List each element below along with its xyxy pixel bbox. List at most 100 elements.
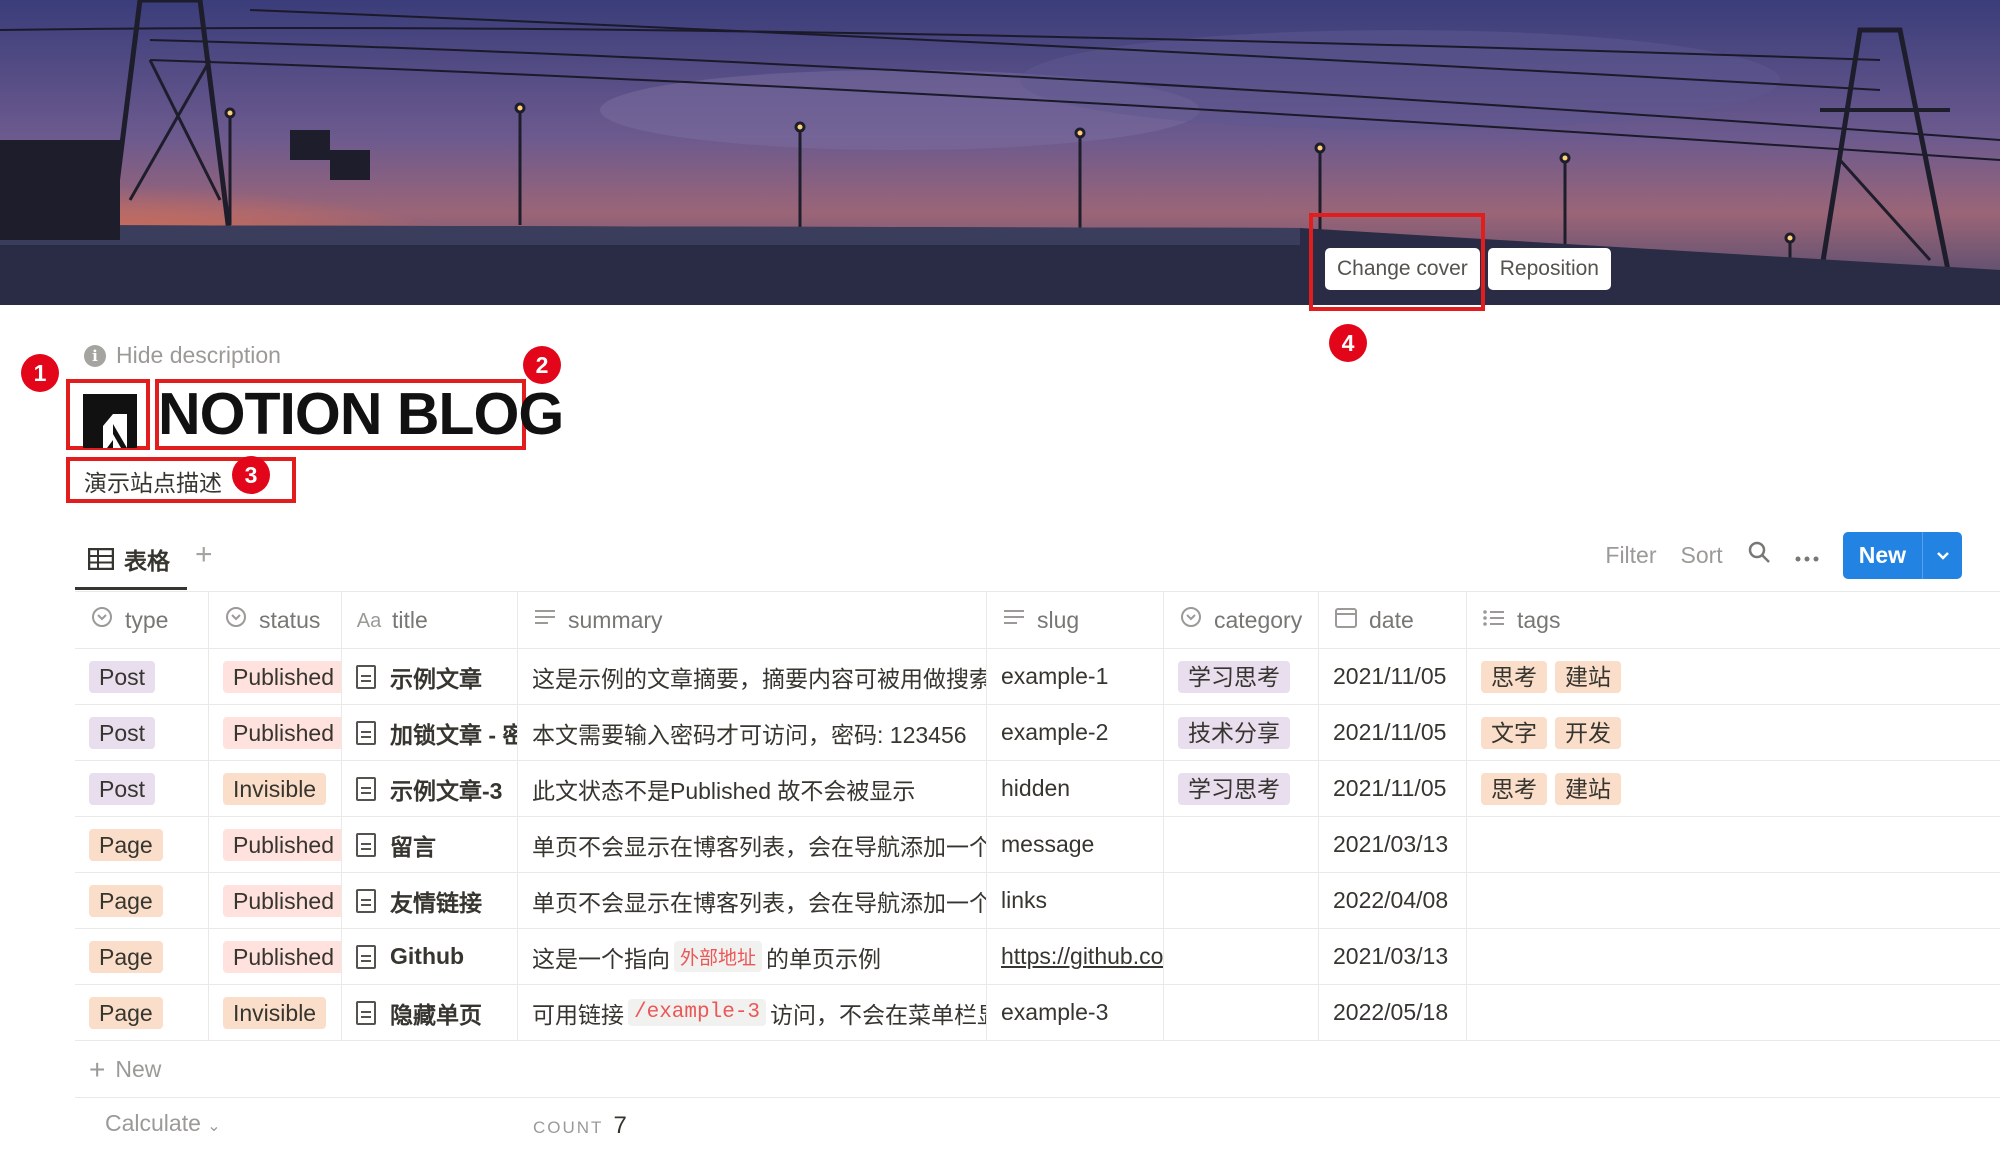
- cell-summary[interactable]: 单页不会显示在博客列表，会在导航添加一个菜单。: [518, 873, 987, 928]
- cell-title[interactable]: 隐藏单页: [342, 985, 518, 1040]
- title-text: 友情链接: [390, 889, 482, 916]
- cell-type[interactable]: Post: [75, 705, 209, 760]
- table-row[interactable]: Page Published 友情链接 单页不会显示在博客列表，会在导航添加一个菜单。…: [75, 873, 2000, 929]
- cell-tags[interactable]: [1467, 817, 2000, 872]
- add-view-button[interactable]: +: [195, 538, 213, 572]
- column-header-type[interactable]: type: [75, 592, 209, 648]
- chevron-down-icon[interactable]: [1922, 532, 1962, 579]
- cell-tags[interactable]: 思考 建站: [1467, 649, 2000, 704]
- page-description[interactable]: 演示站点描述: [84, 464, 222, 498]
- column-header-slug[interactable]: slug: [987, 592, 1164, 648]
- cell-slug[interactable]: example-2: [987, 705, 1164, 760]
- cell-date[interactable]: 2021/03/13: [1319, 817, 1467, 872]
- cell-tags[interactable]: [1467, 873, 2000, 928]
- cell-date[interactable]: 2022/05/18: [1319, 985, 1467, 1040]
- cell-category[interactable]: 技术分享: [1164, 705, 1319, 760]
- calculate-button[interactable]: Calculate ⌄: [105, 1110, 221, 1137]
- cell-category[interactable]: [1164, 985, 1319, 1040]
- column-header-date[interactable]: date: [1319, 592, 1467, 648]
- cell-tags[interactable]: [1467, 985, 2000, 1040]
- inline-code: /example-3: [628, 999, 767, 1026]
- cell-date[interactable]: 2021/11/05: [1319, 761, 1467, 816]
- cell-title[interactable]: 加锁文章 - 密码: [342, 705, 518, 760]
- cell-status[interactable]: Published: [209, 817, 342, 872]
- table-icon: [88, 548, 114, 570]
- cell-date[interactable]: 2021/11/05: [1319, 649, 1467, 704]
- cell-type[interactable]: Post: [75, 761, 209, 816]
- cell-title[interactable]: 友情链接: [342, 873, 518, 928]
- search-icon[interactable]: [1747, 540, 1771, 571]
- cell-type[interactable]: Page: [75, 873, 209, 928]
- hide-description-button[interactable]: i Hide description: [84, 342, 281, 369]
- new-button-label[interactable]: New: [1843, 532, 1922, 579]
- cell-summary[interactable]: 此文状态不是Published 故不会被显示: [518, 761, 987, 816]
- column-header-status[interactable]: status: [209, 592, 342, 648]
- tag-chip: 文字: [1481, 716, 1547, 749]
- table-row[interactable]: Post Published 加锁文章 - 密码本文需要输入密码才可访问，密码: 1…: [75, 705, 2000, 761]
- table-row[interactable]: Page Invisible 隐藏单页 可用链接/example-3 访问，不会在菜单栏…: [75, 985, 2000, 1041]
- cell-slug[interactable]: hidden: [987, 761, 1164, 816]
- cell-type[interactable]: Page: [75, 817, 209, 872]
- cell-status[interactable]: Published: [209, 705, 342, 760]
- summary-text: 单页不会显示在博客列表，会在导航添加一个菜单。: [532, 833, 987, 860]
- column-header-title[interactable]: Aa title: [342, 592, 518, 648]
- cell-category[interactable]: [1164, 929, 1319, 984]
- tab-table-view[interactable]: 表格: [88, 542, 170, 576]
- cell-category[interactable]: [1164, 873, 1319, 928]
- cell-slug[interactable]: links: [987, 873, 1164, 928]
- sort-button[interactable]: Sort: [1681, 542, 1723, 569]
- cell-date[interactable]: 2022/04/08: [1319, 873, 1467, 928]
- cell-slug[interactable]: https://github.com/: [987, 929, 1164, 984]
- count-summary[interactable]: COUNT 7: [533, 1112, 627, 1140]
- reposition-button[interactable]: Reposition: [1487, 248, 1611, 290]
- column-header-category[interactable]: category: [1164, 592, 1319, 648]
- type-tag: Post: [89, 660, 156, 693]
- annotation-badge-1: 1: [21, 354, 59, 392]
- cell-category[interactable]: 学习思考: [1164, 761, 1319, 816]
- column-header-tags[interactable]: tags: [1467, 592, 2000, 648]
- column-header-summary[interactable]: summary: [518, 592, 987, 648]
- cell-title[interactable]: 示例文章: [342, 649, 518, 704]
- table-row[interactable]: Page Published 留言 单页不会显示在博客列表，会在导航添加一个菜单。 me…: [75, 817, 2000, 873]
- page-cover[interactable]: Change cover Reposition: [0, 0, 2000, 305]
- cell-category[interactable]: [1164, 817, 1319, 872]
- table-row[interactable]: Post Published 示例文章 这是示例的文章摘要，摘要内容可被用做搜索，预览…: [75, 649, 2000, 705]
- text-icon: Aa: [356, 610, 382, 632]
- cell-title[interactable]: 示例文章-3: [342, 761, 518, 816]
- cell-summary[interactable]: 这是一个指向 外部地址 的单页示例: [518, 929, 987, 984]
- cell-status[interactable]: Invisible: [209, 761, 342, 816]
- cell-type[interactable]: Page: [75, 929, 209, 984]
- cell-tags[interactable]: 文字 开发: [1467, 705, 2000, 760]
- cell-type[interactable]: Page: [75, 985, 209, 1040]
- type-tag: Page: [89, 996, 163, 1029]
- new-record-button[interactable]: New: [1842, 532, 1962, 579]
- cell-summary[interactable]: 本文需要输入密码才可访问，密码: 123456: [518, 705, 987, 760]
- cell-status[interactable]: Invisible: [209, 985, 342, 1040]
- cell-title[interactable]: Github: [342, 929, 518, 984]
- tab-label: 表格: [124, 548, 170, 574]
- table-row[interactable]: Page Published Github 这是一个指向 外部地址 的单页示例 https:…: [75, 929, 2000, 985]
- cell-date[interactable]: 2021/03/13: [1319, 929, 1467, 984]
- table-row[interactable]: Post Invisible 示例文章-3 此文状态不是Published 故不会被显…: [75, 761, 2000, 817]
- cell-summary[interactable]: 单页不会显示在博客列表，会在导航添加一个菜单。: [518, 817, 987, 872]
- cell-summary[interactable]: 这是示例的文章摘要，摘要内容可被用做搜索，预览。文: [518, 649, 987, 704]
- cell-category[interactable]: 学习思考: [1164, 649, 1319, 704]
- cell-slug[interactable]: example-1: [987, 649, 1164, 704]
- add-row-button[interactable]: + New: [75, 1042, 2000, 1098]
- chevron-down-icon: ⌄: [207, 1118, 221, 1135]
- cell-title[interactable]: 留言: [342, 817, 518, 872]
- cell-status[interactable]: Published: [209, 649, 342, 704]
- page-title[interactable]: NOTION BLOG: [158, 380, 564, 448]
- more-options-icon[interactable]: [1795, 542, 1819, 570]
- cell-status[interactable]: Published: [209, 929, 342, 984]
- page-logo-icon[interactable]: [83, 394, 137, 448]
- cell-tags[interactable]: 思考 建站: [1467, 761, 2000, 816]
- cell-slug[interactable]: example-3: [987, 985, 1164, 1040]
- cell-status[interactable]: Published: [209, 873, 342, 928]
- filter-button[interactable]: Filter: [1605, 542, 1656, 569]
- cell-tags[interactable]: [1467, 929, 2000, 984]
- cell-date[interactable]: 2021/11/05: [1319, 705, 1467, 760]
- cell-slug[interactable]: message: [987, 817, 1164, 872]
- cell-type[interactable]: Post: [75, 649, 209, 704]
- cell-summary[interactable]: 可用链接/example-3访问，不会在菜单栏显示: [518, 985, 987, 1040]
